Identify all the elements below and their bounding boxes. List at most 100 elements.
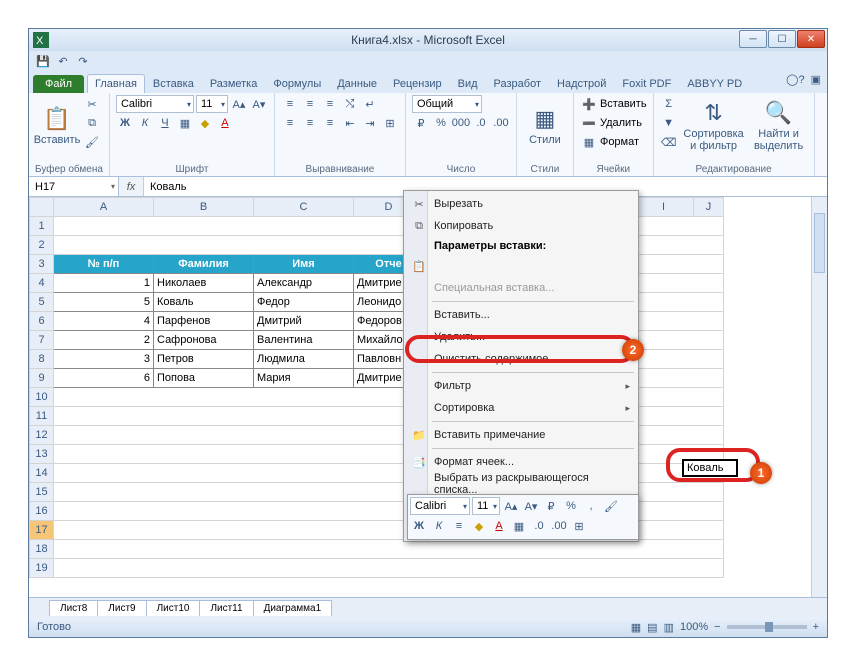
- tab-insert[interactable]: Вставка: [145, 74, 202, 93]
- align-left-icon[interactable]: ≡: [281, 114, 299, 132]
- view-pagebreak-icon[interactable]: ▥: [664, 621, 674, 634]
- mini-bold-button[interactable]: Ж: [410, 517, 428, 535]
- row-header[interactable]: 1: [30, 217, 54, 236]
- increase-indent-icon[interactable]: ⇥: [361, 114, 379, 132]
- tab-layout[interactable]: Разметка: [202, 74, 266, 93]
- mini-currency-icon[interactable]: ₽: [542, 497, 560, 515]
- orientation-icon[interactable]: ⤭: [341, 95, 359, 113]
- sheet-tab[interactable]: Диаграмма1: [253, 600, 333, 616]
- row-header[interactable]: 5: [30, 293, 54, 312]
- mini-shrink-font-icon[interactable]: A▾: [522, 497, 540, 515]
- cell[interactable]: Сафронова: [154, 331, 254, 350]
- sheet-tab[interactable]: Лист9: [97, 600, 146, 616]
- mini-fill-color-icon[interactable]: ◆: [470, 517, 488, 535]
- delete-cell-icon[interactable]: ➖: [580, 114, 598, 132]
- zoom-level[interactable]: 100%: [680, 621, 708, 633]
- cell[interactable]: Парфенов: [154, 312, 254, 331]
- sheet-tab[interactable]: Лист10: [146, 600, 201, 616]
- ctx-delete[interactable]: Удалить...: [406, 326, 636, 348]
- ctx-clear-contents[interactable]: Очистить содержимое: [406, 348, 636, 370]
- sort-filter-button[interactable]: ⇅ Сортировка и фильтр: [682, 95, 746, 157]
- row-header[interactable]: 19: [30, 559, 54, 578]
- align-middle-icon[interactable]: ≡: [301, 95, 319, 113]
- align-center-icon[interactable]: ≡: [301, 114, 319, 132]
- underline-button[interactable]: Ч: [156, 114, 174, 132]
- tab-home[interactable]: Главная: [87, 74, 145, 93]
- fill-icon[interactable]: ▼: [660, 114, 678, 132]
- decrease-decimal-icon[interactable]: .00: [492, 114, 510, 132]
- view-normal-icon[interactable]: ▦: [631, 621, 641, 634]
- insert-label[interactable]: Вставить: [600, 98, 647, 110]
- mini-border-icon[interactable]: ▦: [510, 517, 528, 535]
- ctx-filter[interactable]: Фильтр▸: [406, 375, 636, 397]
- merge-icon[interactable]: ⊞: [381, 114, 399, 132]
- cell[interactable]: Мария: [254, 369, 354, 388]
- col-header[interactable]: B: [154, 198, 254, 217]
- ctx-paste-option[interactable]: 📋: [406, 255, 636, 277]
- styles-button[interactable]: ▦ Стили: [523, 95, 567, 157]
- cell[interactable]: Федор: [254, 293, 354, 312]
- ctx-insert[interactable]: Вставить...: [406, 304, 636, 326]
- italic-button[interactable]: К: [136, 114, 154, 132]
- cell[interactable]: Николаев: [154, 274, 254, 293]
- decrease-font-icon[interactable]: A▾: [250, 95, 268, 113]
- row-header[interactable]: 12: [30, 426, 54, 445]
- tab-abbyy[interactable]: ABBYY PD: [679, 74, 750, 93]
- view-layout-icon[interactable]: ▤: [647, 621, 657, 634]
- row-header[interactable]: 7: [30, 331, 54, 350]
- row-header[interactable]: 9: [30, 369, 54, 388]
- autosum-icon[interactable]: Σ: [660, 95, 678, 113]
- row-header[interactable]: 14: [30, 464, 54, 483]
- row-header[interactable]: 17: [30, 521, 54, 540]
- col-header[interactable]: C: [254, 198, 354, 217]
- mini-dec-decimal-icon[interactable]: .00: [550, 517, 568, 535]
- row-header[interactable]: 10: [30, 388, 54, 407]
- row-header[interactable]: 4: [30, 274, 54, 293]
- percent-icon[interactable]: %: [432, 114, 450, 132]
- row-header[interactable]: 15: [30, 483, 54, 502]
- tab-foxit[interactable]: Foxit PDF: [614, 74, 679, 93]
- sheet-tab[interactable]: Лист8: [49, 600, 98, 616]
- close-button[interactable]: ✕: [797, 30, 825, 48]
- help-icon[interactable]: ◯?: [786, 73, 804, 86]
- wrap-text-icon[interactable]: ↵: [361, 95, 379, 113]
- currency-icon[interactable]: ₽: [412, 114, 430, 132]
- cell[interactable]: Попова: [154, 369, 254, 388]
- mini-inc-decimal-icon[interactable]: .0: [530, 517, 548, 535]
- format-cell-icon[interactable]: ▦: [580, 133, 598, 151]
- mini-percent-icon[interactable]: %: [562, 497, 580, 515]
- format-label[interactable]: Формат: [600, 136, 639, 148]
- zoom-in-icon[interactable]: +: [813, 621, 819, 633]
- mini-italic-button[interactable]: К: [430, 517, 448, 535]
- clear-icon[interactable]: ⌫: [660, 133, 678, 151]
- cut-icon[interactable]: ✂: [83, 95, 101, 113]
- increase-font-icon[interactable]: A▴: [230, 95, 248, 113]
- cell[interactable]: 1: [54, 274, 154, 293]
- align-top-icon[interactable]: ≡: [281, 95, 299, 113]
- ctx-pick-from-list[interactable]: Выбрать из раскрывающегося списка...: [406, 473, 636, 495]
- name-box[interactable]: H17: [29, 177, 119, 196]
- tab-file[interactable]: Файл: [33, 75, 84, 93]
- mini-font-combo[interactable]: Calibri: [410, 497, 470, 515]
- cell[interactable]: 4: [54, 312, 154, 331]
- mini-format-painter-icon[interactable]: 🖌: [602, 497, 620, 515]
- align-bottom-icon[interactable]: ≡: [321, 95, 339, 113]
- cell[interactable]: Людмила: [254, 350, 354, 369]
- cell[interactable]: Александр: [254, 274, 354, 293]
- vertical-scrollbar[interactable]: [811, 197, 827, 597]
- cell[interactable]: 2: [54, 331, 154, 350]
- decrease-indent-icon[interactable]: ⇤: [341, 114, 359, 132]
- font-color-icon[interactable]: A: [216, 114, 234, 132]
- comma-icon[interactable]: 000: [452, 114, 470, 132]
- row-header[interactable]: 18: [30, 540, 54, 559]
- cell[interactable]: Дмитрий: [254, 312, 354, 331]
- maximize-button[interactable]: ☐: [768, 30, 796, 48]
- copy-icon[interactable]: ⧉: [83, 114, 101, 132]
- minimize-button[interactable]: ─: [739, 30, 767, 48]
- undo-icon[interactable]: ↶: [55, 53, 71, 69]
- tab-developer[interactable]: Разработ: [486, 74, 549, 93]
- ctx-format-cells[interactable]: 📑Формат ячеек...: [406, 451, 636, 473]
- tab-review[interactable]: Рецензир: [385, 74, 450, 93]
- cell[interactable]: Петров: [154, 350, 254, 369]
- ctx-cut[interactable]: ✂Вырезать: [406, 193, 636, 215]
